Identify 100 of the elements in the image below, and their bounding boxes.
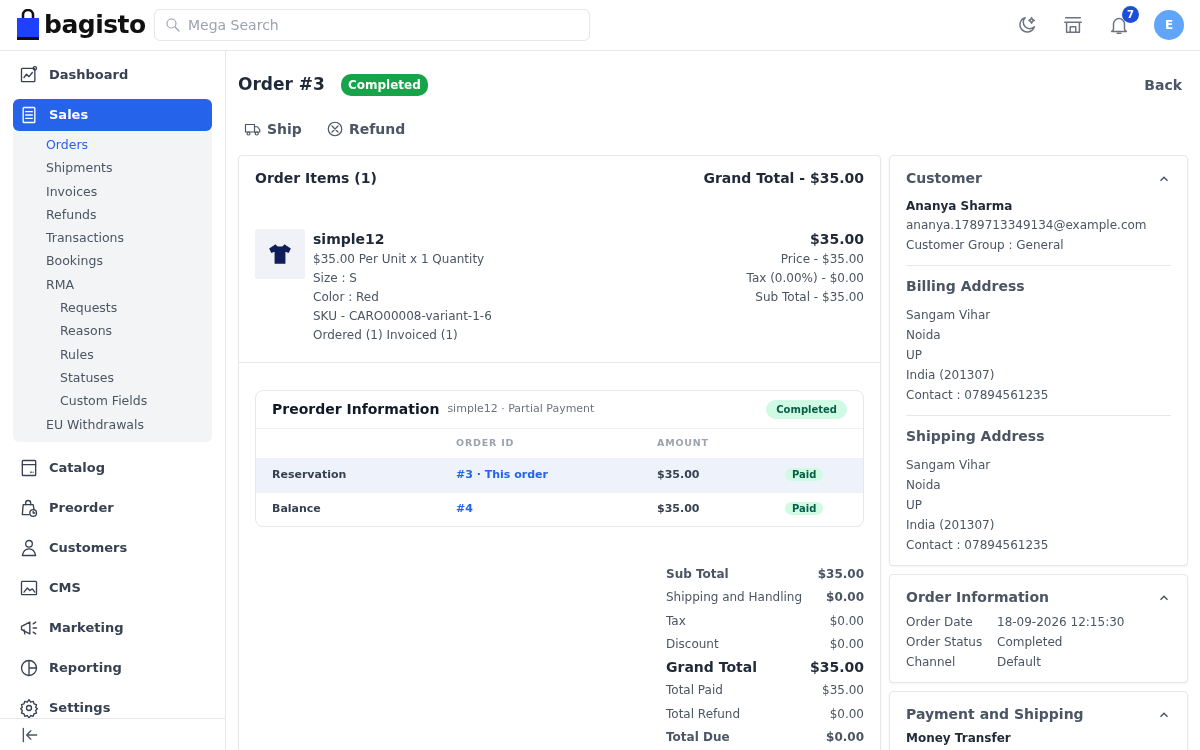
total-value: $0.00 [828,705,864,723]
total-label: Tax [666,612,687,630]
sidebar-item[interactable]: Catalog [13,451,212,484]
sidebar-item[interactable]: Preorder [13,491,212,524]
address-line: Contact : 07894561235 [906,537,1050,554]
sidebar-subitem[interactable]: Transactions [13,226,212,250]
row-label: Balance [272,501,322,518]
address-line: Noida [906,477,942,494]
total-label: Total Due [666,729,731,747]
total-value: $35.00 [821,682,864,700]
sidebar-item[interactable]: CMS [13,571,212,604]
sidebar-subitem[interactable]: Reasons [13,319,212,343]
price-line: Sub Total - $35.00 [754,289,864,306]
product-detail: Ordered (1) Invoiced (1) [313,327,459,344]
sidebar-subitem[interactable]: Orders [13,133,212,157]
total-label: Sub Total [666,566,730,583]
total-value: $0.00 [828,612,864,630]
amount-text: $35.00 [657,467,701,484]
panel-title: Payment and Shipping [906,705,1084,724]
logo-text: bagisto [44,9,146,42]
sidebar-subitem[interactable]: Bookings [13,249,212,273]
total-label: Shipping and Handling [666,589,804,607]
action-button[interactable]: Refund [325,118,406,140]
total-label: Discount [666,635,720,653]
address-line: Noida [906,327,942,344]
circle-x-icon [325,120,344,138]
address-line: India (201307) [906,517,996,534]
address-line: India (201307) [906,367,996,384]
grand-total-text: Grand Total - $35.00 [703,169,864,188]
panel-title: Order Information [906,588,1049,607]
tshirt-icon [267,241,293,267]
product-detail: Size : S [313,270,358,287]
total-label: Total Refund [666,705,742,723]
person-icon [19,537,39,558]
field-value: Default [997,654,1042,671]
field-label: Order Date [906,614,974,631]
pie-chart-icon [19,657,39,678]
product-detail: Color : Red [313,289,380,306]
notification-count: 7 [1122,6,1139,23]
price-line: Tax (0.00%) - $0.00 [746,270,864,287]
payment-status-badge: Paid [785,502,824,516]
item-total: $35.00 [808,230,864,249]
preorder-subtitle: simple12 · Partial Payment [447,401,595,418]
sidebar-subitem[interactable]: Invoices [13,179,212,203]
sidebar-item[interactable]: Customers [13,531,212,564]
sidebar-item[interactable]: Reporting [13,651,212,684]
sidebar-subitem[interactable]: EU Withdrawals [13,412,212,436]
total-label: Total Paid [666,682,724,700]
sidebar-subitem[interactable]: Requests [13,296,212,320]
total-value: $0.00 [825,729,864,747]
row-label: Reservation [272,467,348,484]
status-badge: Completed [340,74,428,96]
sidebar-item[interactable]: Dashboard [13,59,212,91]
price-line: Price - $35.00 [779,251,864,268]
total-value: $35.00 [816,566,864,583]
customer-group: Customer Group : General [906,235,1171,255]
back-button[interactable]: Back [1138,73,1188,97]
sidebar-subitem[interactable]: RMA [13,272,212,297]
column-header: ORDER ID [456,436,516,451]
customer-name: Ananya Sharma [906,198,1014,215]
product-name: simple12 [313,230,386,249]
address-line: Sangam Vihar [906,457,992,474]
chart-icon [19,65,39,85]
panel-title: Customer [906,169,982,188]
field-label: Channel [906,654,957,671]
sidebar-item[interactable]: Sales [13,99,212,131]
product-detail: $35.00 Per Unit x 1 Quantity [313,251,486,268]
address-line: Sangam Vihar [906,307,992,324]
catalog-icon [19,457,39,478]
order-link[interactable]: #4 [456,502,473,516]
field-value: 18-09-2026 12:15:30 [997,614,1126,631]
column-header: AMOUNT [657,436,710,451]
sidebar-subitem[interactable]: Refunds [13,202,212,227]
page-title: Order #3 [238,73,325,97]
payment-method: Money Transfer [906,730,1012,747]
sidebar-subitem[interactable]: Statuses [13,365,212,390]
sidebar-item[interactable]: Settings [13,691,212,718]
sidebar-subitem[interactable]: Custom Fields [13,389,212,413]
sidebar-item[interactable]: Marketing [13,611,212,644]
field-value: Completed [997,634,1064,651]
total-label: Grand Total [666,658,758,678]
bag-clock-icon [19,497,39,518]
section-title: Billing Address [906,277,1026,296]
storefront-icon[interactable] [1062,14,1084,36]
section-title: Shipping Address [906,427,1046,446]
sidebar-subitem[interactable]: Shipments [13,156,212,180]
order-link[interactable]: #3 · This order [456,468,548,482]
total-value: $35.00 [808,658,864,678]
product-detail: SKU - CARO00008-variant-1-6 [313,308,493,325]
moon-icon[interactable] [1016,14,1038,36]
search-icon [164,16,182,34]
settings-icon [19,697,39,718]
amount-text: $35.00 [657,501,701,518]
payment-status-badge: Paid [785,468,824,482]
sidebar-subitem[interactable]: Rules [13,342,212,366]
shopping-bag-logo [16,9,40,41]
action-button[interactable]: Ship [244,118,302,140]
search-field[interactable]: Mega Search [154,9,590,41]
address-line: UP [906,497,924,514]
field-label: Order Status [906,634,984,651]
